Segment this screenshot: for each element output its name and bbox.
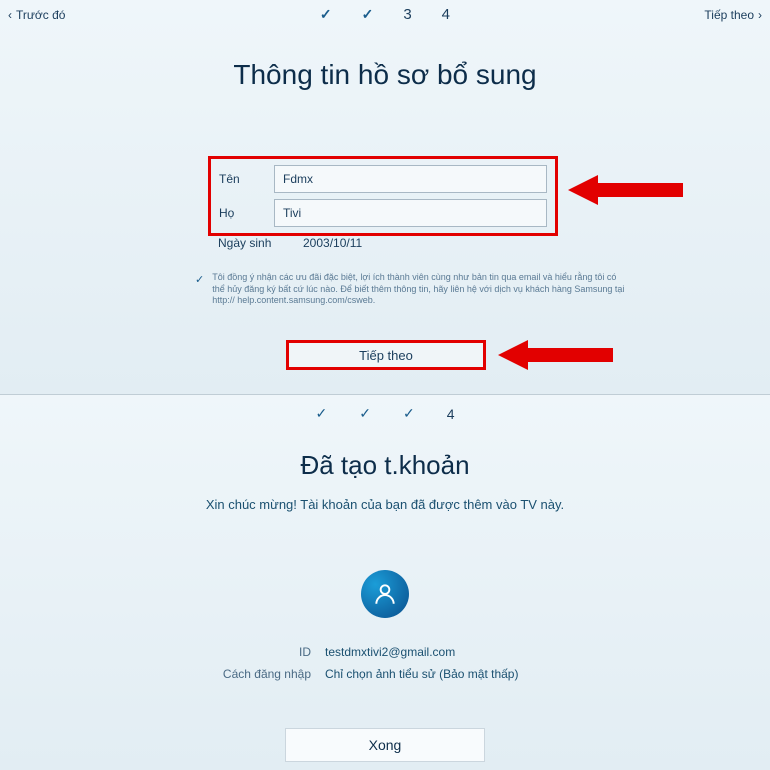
lastname-row: Họ [219,199,547,227]
account-created-screen: ✓ ✓ ✓ 4 Đã tạo t.khoản Xin chúc mừng! Tà… [0,395,770,770]
success-title: Đã tạo t.khoản [0,450,770,481]
page-title: Thông tin hồ sơ bổ sung [0,59,770,91]
back-label: Trước đó [16,8,65,22]
success-subtitle: Xin chúc mừng! Tài khoản của bạn đã được… [0,497,770,512]
annotation-arrow-1 [568,170,688,210]
dob-label: Ngày sinh [218,236,303,250]
consent-check-icon: ✓ [195,273,204,287]
id-row: ID testdmxtivi2@gmail.com [185,645,585,659]
login-method-value: Chỉ chọn ảnh tiểu sử (Bảo mật thấp) [325,667,518,681]
next-button-label: Tiếp theo [359,348,413,363]
login-row: Cách đăng nhập Chỉ chọn ảnh tiểu sử (Bảo… [185,667,585,681]
consent-text: Tôi đồng ý nhận các ưu đãi đặc biệt, lợi… [212,272,625,307]
firstname-label: Tên [219,172,274,186]
name-form-highlight: Tên Họ [208,156,558,236]
dob-value[interactable]: 2003/10/11 [303,236,362,250]
account-info: ID testdmxtivi2@gmail.com Cách đăng nhập… [185,645,585,689]
step-1-check-icon: ✓ [320,6,332,23]
top-nav: ‹ Trước đó ✓ ✓ 3 4 Tiếp theo › [0,0,770,29]
stepper: ✓ ✓ 3 4 [320,6,450,23]
firstname-input[interactable] [274,165,547,193]
id-value: testdmxtivi2@gmail.com [325,645,455,659]
next-button[interactable]: Tiếp theo [286,340,486,370]
next-label: Tiếp theo [704,8,754,22]
done-button[interactable]: Xong [285,728,485,762]
step2-4: 4 [447,406,455,422]
next-nav-button[interactable]: Tiếp theo › [704,8,762,22]
back-button[interactable]: ‹ Trước đó [8,8,65,22]
step2-1-check-icon: ✓ [316,405,328,422]
consent-row[interactable]: ✓ Tôi đồng ý nhận các ưu đãi đặc biệt, l… [195,272,625,307]
firstname-row: Tên [219,165,547,193]
profile-info-screen: ‹ Trước đó ✓ ✓ 3 4 Tiếp theo › Thông tin… [0,0,770,395]
step-3: 3 [403,6,411,23]
annotation-arrow-2 [498,335,618,375]
step-2-check-icon: ✓ [362,6,374,23]
user-icon [372,581,398,607]
step-4: 4 [442,6,450,23]
id-label: ID [185,645,325,659]
lastname-input[interactable] [274,199,547,227]
step2-3-check-icon: ✓ [403,405,415,422]
step2-2-check-icon: ✓ [359,405,371,422]
login-method-label: Cách đăng nhập [185,667,325,681]
dob-row: Ngày sinh 2003/10/11 [218,236,362,250]
lastname-label: Họ [219,206,274,220]
chevron-left-icon: ‹ [8,8,12,22]
stepper-2: ✓ ✓ ✓ 4 [0,395,770,422]
avatar [361,570,409,618]
done-button-label: Xong [369,737,402,753]
chevron-right-icon: › [758,8,762,22]
